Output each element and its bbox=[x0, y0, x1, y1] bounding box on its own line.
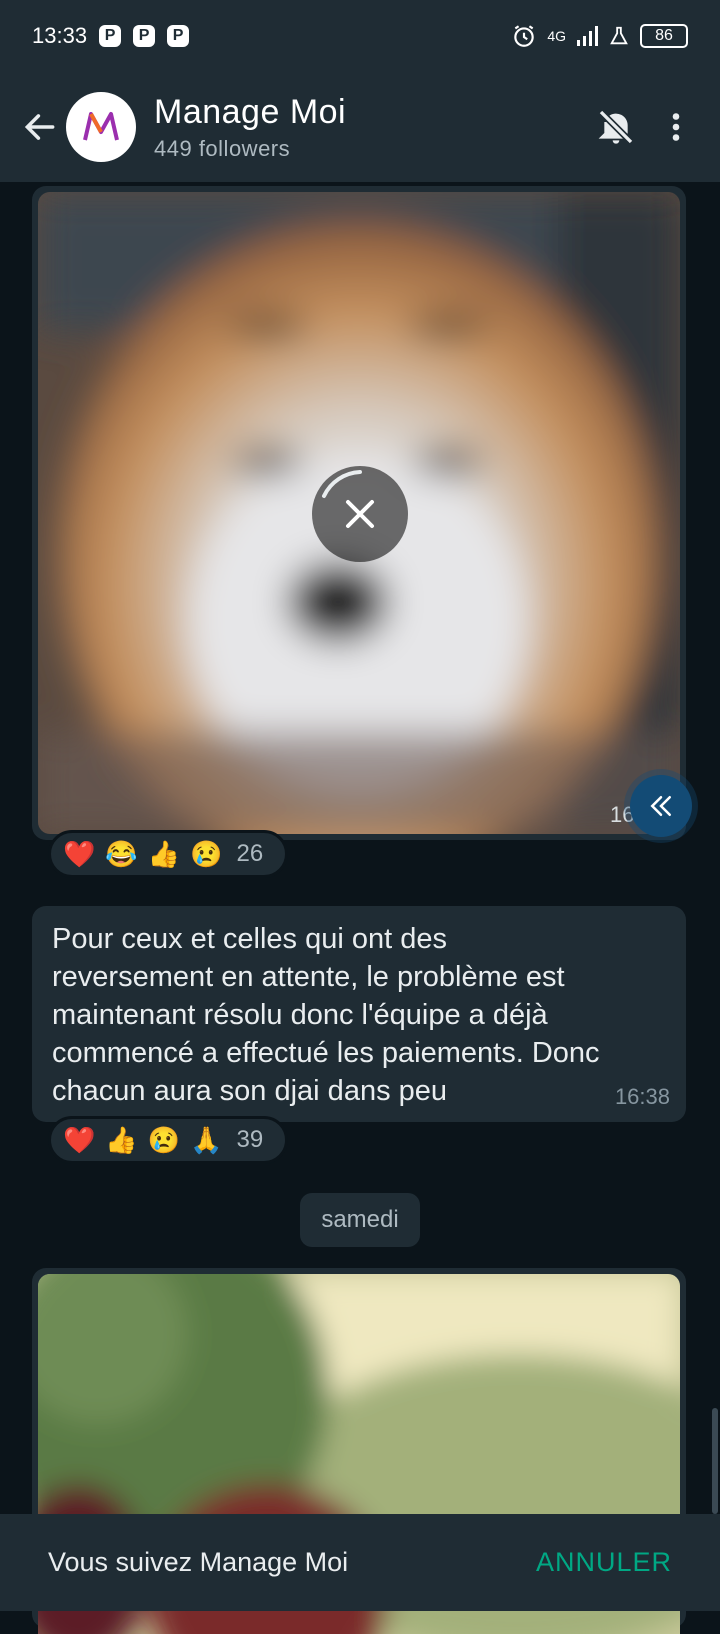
signal-icon bbox=[577, 26, 598, 46]
status-time: 13:33 bbox=[32, 23, 88, 48]
arrow-left-icon bbox=[24, 114, 55, 140]
bell-off-icon bbox=[598, 109, 634, 145]
reaction-emoji: ❤️ bbox=[63, 1124, 96, 1155]
message-time: 16:38 bbox=[614, 1084, 670, 1109]
reaction-emoji: 😢 bbox=[190, 838, 223, 869]
notification-icon: P bbox=[167, 25, 190, 47]
back-button[interactable] bbox=[10, 97, 70, 157]
channel-header: Manage Moi 449 followers bbox=[0, 72, 720, 182]
reaction-emoji: ❤️ bbox=[63, 838, 96, 869]
mute-button[interactable] bbox=[586, 97, 646, 157]
unfollow-cancel-button[interactable]: ANNULER bbox=[536, 1547, 672, 1578]
scrollbar[interactable] bbox=[712, 1408, 718, 1514]
channel-info[interactable]: Manage Moi 449 followers bbox=[154, 93, 586, 162]
date-separator: samedi bbox=[300, 1193, 420, 1247]
reactions-bar[interactable]: ❤️ 😂 👍 😢 26 bbox=[48, 830, 288, 878]
reaction-emoji: 👍 bbox=[147, 838, 181, 869]
more-vert-icon bbox=[672, 113, 680, 141]
reaction-emoji: 🙏 bbox=[190, 1124, 223, 1155]
channel-avatar[interactable] bbox=[66, 92, 136, 162]
text-message[interactable]: Pour ceux et celles qui ont des reversem… bbox=[32, 906, 686, 1122]
manage-moi-logo bbox=[83, 112, 119, 141]
more-options-button[interactable] bbox=[646, 97, 706, 157]
reaction-emoji: 😂 bbox=[105, 838, 138, 869]
reaction-count: 26 bbox=[236, 840, 264, 867]
follow-status-text: Vous suivez Manage Moi bbox=[48, 1547, 349, 1577]
reaction-count: 39 bbox=[236, 1126, 264, 1153]
follow-bar: Vous suivez Manage Moi ANNULER bbox=[0, 1514, 720, 1611]
message-text: Pour ceux et celles qui ont des reversem… bbox=[52, 923, 600, 1107]
alarm-icon bbox=[514, 25, 535, 47]
network-type: 4G bbox=[547, 28, 566, 44]
reaction-emoji: 👍 bbox=[105, 1124, 138, 1155]
cancel-download-button[interactable] bbox=[312, 466, 408, 562]
reactions-bar[interactable]: ❤️ 👍 😢 🙏 39 bbox=[48, 1116, 288, 1164]
followers-count: 449 followers bbox=[154, 135, 291, 161]
battery-indicator: 86 bbox=[640, 24, 688, 48]
status-bar: 13:33 P P P 4G 86 bbox=[0, 0, 720, 72]
reaction-emoji: 😢 bbox=[147, 1124, 181, 1155]
notification-icon: P bbox=[99, 25, 122, 47]
double-chevron-left-icon bbox=[650, 796, 671, 816]
notification-icon: P bbox=[133, 25, 156, 47]
channel-title: Manage Moi bbox=[154, 92, 347, 131]
scroll-to-bottom-button[interactable] bbox=[630, 775, 692, 837]
close-icon bbox=[322, 470, 374, 528]
lab-flask-icon bbox=[610, 26, 628, 45]
